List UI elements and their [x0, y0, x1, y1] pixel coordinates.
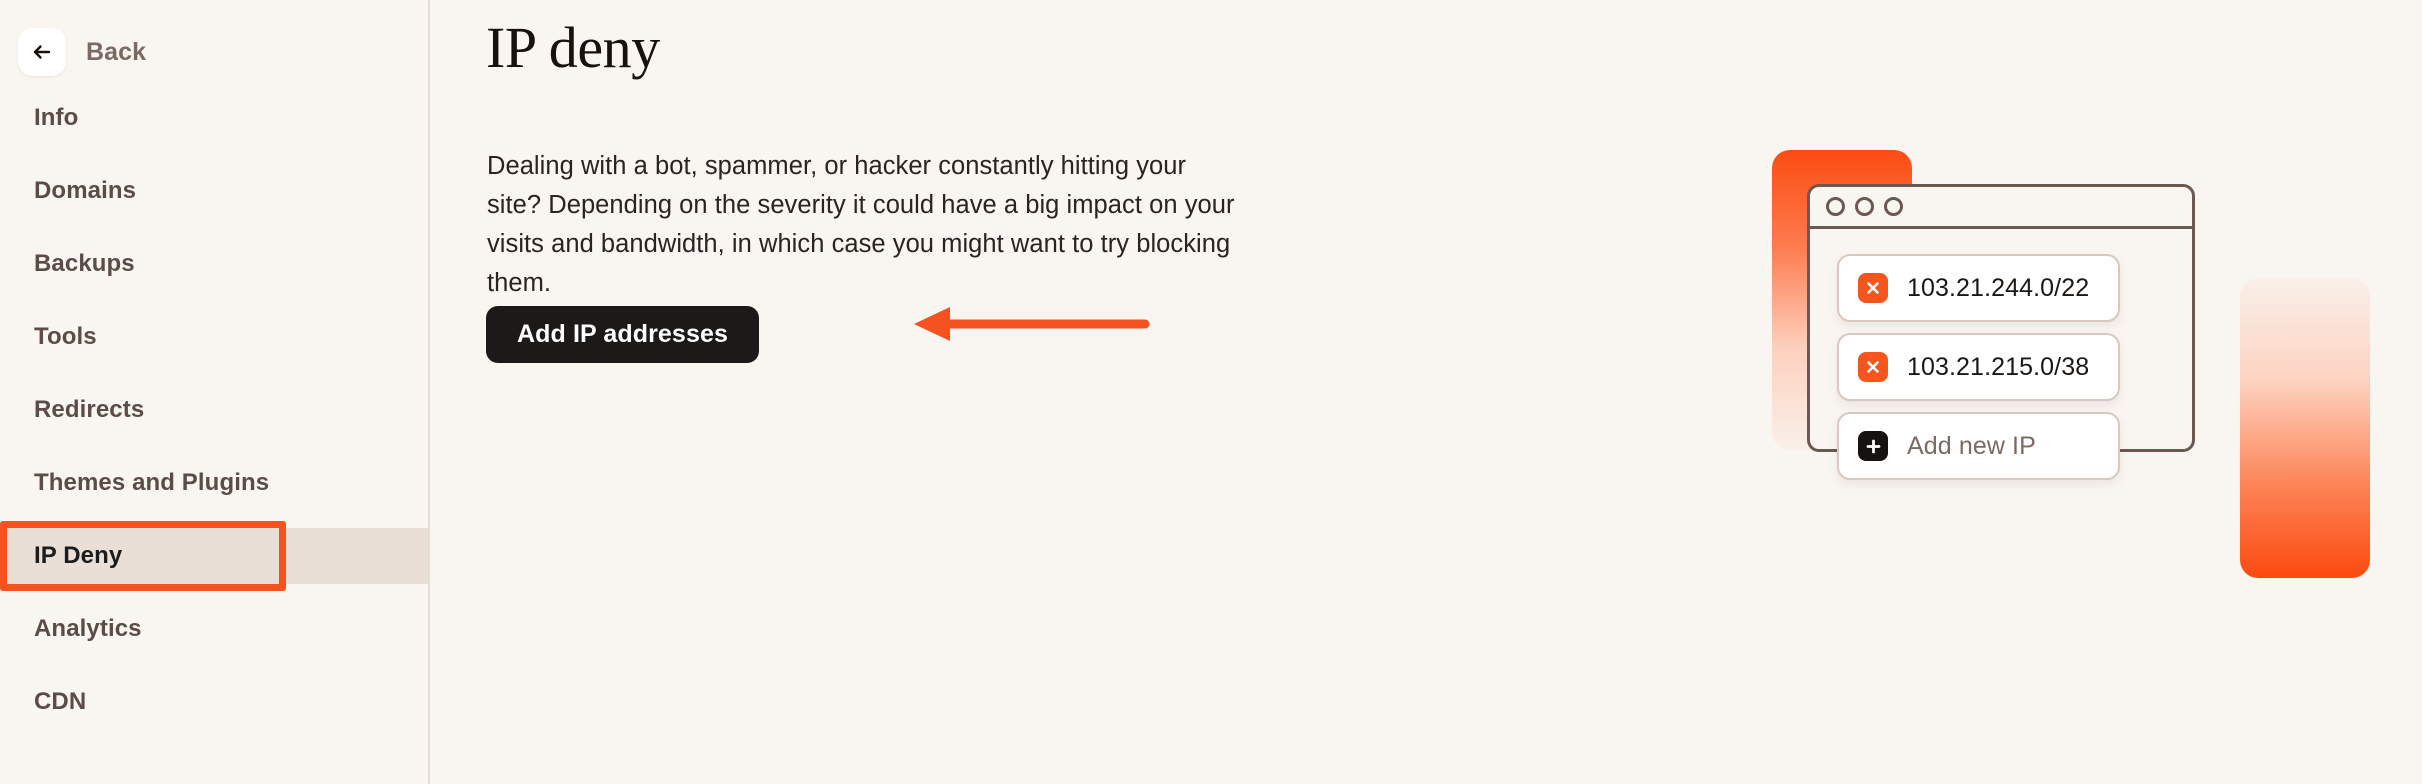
sidebar-item-label: Domains — [34, 177, 137, 204]
annotation-arrow-icon — [910, 300, 1150, 348]
sidebar-item-tools[interactable]: Tools — [0, 309, 428, 365]
arrow-left-icon — [29, 39, 55, 65]
sidebar-item-ip-deny[interactable]: IP Deny — [0, 521, 428, 591]
back-button[interactable]: Back — [18, 28, 146, 76]
decorative-gradient-right — [2240, 278, 2370, 578]
sidebar-item-label: Info — [34, 104, 79, 131]
sidebar-item-label: Tools — [34, 323, 97, 350]
ip-address-label: 103.21.244.0/22 — [1907, 273, 2090, 302]
sidebar-item-label: Analytics — [34, 615, 142, 642]
ip-address-label: 103.21.215.0/38 — [1907, 352, 2090, 381]
sidebar-item-label: Redirects — [34, 396, 145, 423]
sidebar: Back Info Domains Backups Tools Redirect… — [0, 0, 430, 784]
sidebar-item-domains[interactable]: Domains — [0, 163, 428, 219]
window-dot-icon — [1884, 197, 1903, 216]
ip-card-list: 103.21.244.0/22 103.21.215.0/38 Add new … — [1837, 254, 2120, 491]
close-x-icon[interactable] — [1858, 273, 1888, 303]
back-label: Back — [86, 37, 147, 66]
sidebar-item-info[interactable]: Info — [0, 90, 428, 146]
add-ip-addresses-button[interactable]: Add IP addresses — [486, 306, 759, 363]
ip-list-item[interactable]: 103.21.244.0/22 — [1837, 254, 2120, 322]
back-arrow-button[interactable] — [18, 28, 66, 76]
window-dot-icon — [1826, 197, 1845, 216]
main-content: IP deny Dealing with a bot, spammer, or … — [430, 0, 2422, 784]
sidebar-item-analytics[interactable]: Analytics — [0, 601, 428, 657]
window-dot-icon — [1855, 197, 1874, 216]
sidebar-item-label: IP Deny — [34, 542, 123, 569]
browser-titlebar — [1810, 187, 2192, 229]
ip-list-item[interactable]: 103.21.215.0/38 — [1837, 333, 2120, 401]
page-title: IP deny — [486, 15, 660, 80]
sidebar-item-label: Backups — [34, 250, 135, 277]
sidebar-item-redirects[interactable]: Redirects — [0, 382, 428, 438]
sidebar-item-label: CDN — [34, 688, 87, 715]
sidebar-nav: Info Domains Backups Tools Redirects The… — [0, 90, 428, 747]
add-new-ip-label: Add new IP — [1907, 431, 2036, 460]
ip-deny-illustration: 103.21.244.0/22 103.21.215.0/38 Add new … — [1562, 0, 2422, 784]
sidebar-item-backups[interactable]: Backups — [0, 236, 428, 292]
page-description: Dealing with a bot, spammer, or hacker c… — [487, 152, 1235, 297]
add-new-ip-item[interactable]: Add new IP — [1837, 412, 2120, 480]
close-x-icon[interactable] — [1858, 352, 1888, 382]
sidebar-item-themes-and-plugins[interactable]: Themes and Plugins — [0, 455, 428, 511]
plus-icon[interactable] — [1858, 431, 1888, 461]
ip-deny-page: Back Info Domains Backups Tools Redirect… — [0, 0, 2422, 784]
sidebar-item-cdn[interactable]: CDN — [0, 674, 428, 730]
sidebar-item-label: Themes and Plugins — [34, 469, 270, 496]
